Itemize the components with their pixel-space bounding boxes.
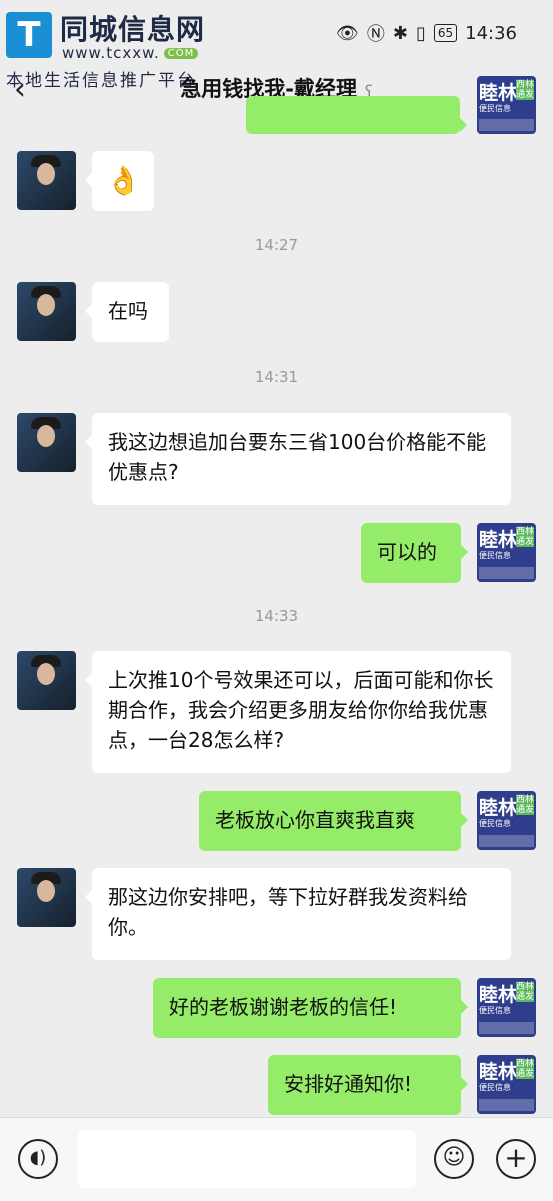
vibrate-icon: ▯ — [415, 22, 426, 44]
message-bubble-received[interactable]: 那这边你安排吧，等下拉好群我发资料给你。 — [85, 868, 511, 960]
emoji-icon[interactable]: ☺ — [434, 1139, 474, 1179]
message-bubble-received[interactable]: 上次推10个号效果还可以，后面可能和你长期合作，我会介绍更多朋友给你你给我优惠点… — [85, 651, 511, 773]
message-bubble-sent[interactable]: 老板放心你直爽我直爽 — [199, 791, 468, 851]
avatar-face — [37, 663, 55, 685]
avatar-badge-sub: 便民信息 — [479, 819, 511, 828]
plus-icon[interactable]: + — [496, 1139, 536, 1179]
timestamp: 14:27 — [254, 236, 299, 254]
avatar-badge-text: 睦林 — [479, 1061, 518, 1083]
timestamp: 14:31 — [254, 368, 299, 386]
message-input[interactable] — [78, 1130, 416, 1188]
input-bar: ◖) ☺ + — [0, 1117, 553, 1201]
battery-indicator: 65 — [433, 24, 458, 42]
avatar-contact[interactable] — [17, 151, 76, 210]
avatar-self[interactable]: 睦林 西林通发 便民信息 — [477, 1055, 536, 1114]
avatar-badge-sub: 便民信息 — [479, 104, 511, 113]
avatar-badge-text: 睦林 — [479, 82, 518, 104]
watermark-url-badge: COM — [163, 48, 199, 59]
avatar-badge-tag: 西林通发 — [516, 982, 535, 1002]
avatar-self[interactable]: 睦林 西林通发 便民信息 — [477, 76, 536, 134]
avatar-face — [37, 294, 55, 316]
avatar-badge-tag: 西林通发 — [516, 80, 535, 100]
avatar-self[interactable]: 睦林 西林通发 便民信息 — [477, 978, 536, 1037]
avatar-badge-sub: 便民信息 — [479, 1083, 511, 1092]
avatar-badge-stripe — [479, 835, 534, 847]
avatar-badge-sub: 便民信息 — [479, 551, 511, 560]
avatar-self[interactable]: 睦林 西林通发 便民信息 — [477, 791, 536, 850]
avatar-contact[interactable] — [17, 868, 76, 927]
message-bubble-received[interactable]: 在吗 — [85, 282, 169, 342]
avatar-badge-text: 睦林 — [479, 984, 518, 1006]
avatar-face — [37, 163, 55, 185]
avatar-badge-sub: 便民信息 — [479, 1006, 511, 1015]
avatar-contact[interactable] — [17, 282, 76, 341]
avatar-face — [37, 880, 55, 902]
nfc-icon: Ⓝ — [366, 24, 385, 45]
avatar-badge-text: 睦林 — [479, 529, 518, 551]
message-bubble-received[interactable]: 我这边想追加台要东三省100台价格能不能优惠点? — [85, 413, 511, 505]
watermark-title: 同城信息网 — [60, 13, 206, 46]
timestamp: 14:33 — [254, 607, 299, 625]
avatar-contact[interactable] — [17, 413, 76, 472]
message-bubble-sent[interactable]: 安排好通知你! — [268, 1055, 468, 1115]
message-bubble-sent[interactable]: 可以的 — [361, 523, 468, 583]
watermark-logo: T — [6, 12, 52, 58]
avatar-badge-stripe — [479, 1022, 534, 1034]
avatar-badge-tag: 西林通发 — [516, 527, 535, 547]
avatar-badge-tag: 西林通发 — [516, 1059, 535, 1079]
avatar-badge-tag: 西林通发 — [516, 795, 535, 815]
message-bubble-sent[interactable] — [246, 96, 467, 134]
avatar-badge-text: 睦林 — [479, 797, 518, 819]
avatar-badge-stripe — [479, 119, 534, 131]
message-bubble-sent[interactable]: 好的老板谢谢老板的信任! — [153, 978, 468, 1038]
avatar-badge-stripe — [479, 567, 534, 579]
bluetooth-icon: ✱ — [392, 22, 408, 44]
ok-hand-emoji: 👌 — [106, 164, 141, 197]
avatar-contact[interactable] — [17, 651, 76, 710]
avatar-badge-stripe — [479, 1099, 534, 1111]
message-bubble-received[interactable]: 👌 — [85, 151, 154, 211]
clock: 14:36 — [465, 22, 517, 44]
voice-icon[interactable]: ◖) — [18, 1139, 58, 1179]
status-icons: 👁 Ⓝ ✱ ▯ 65 14:36 — [336, 20, 517, 46]
avatar-self[interactable]: 睦林 西林通发 便民信息 — [477, 523, 536, 582]
eye-icon: 👁 — [335, 22, 359, 44]
avatar-face — [37, 425, 55, 447]
